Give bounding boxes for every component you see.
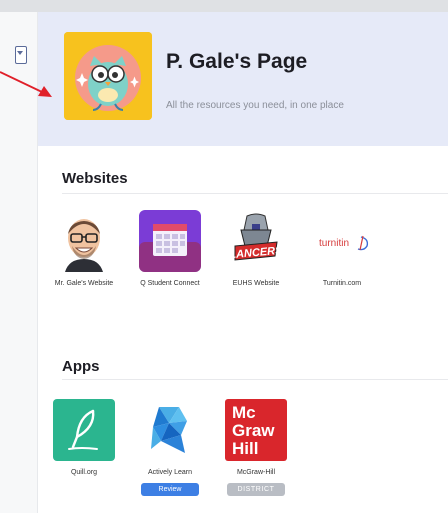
tile-q-student-connect[interactable]: Q Student Connect [134,210,206,288]
tile-mcgraw-hill[interactable]: Mc Graw Hill McGraw-Hill DISTRICT [220,399,292,496]
tile-label: EUHS Website [232,280,280,287]
mcgraw-hill-logo-line: Hill [232,439,258,458]
section-divider [62,193,448,194]
tile-quill[interactable]: Quill.org [48,399,120,477]
tile-label: Mr. Gale's Website [54,280,114,287]
actively-learn-icon [139,399,201,461]
tile-actively-learn[interactable]: Actively Learn Review [134,399,206,496]
mcgraw-hill-logo-line: Graw [232,421,275,440]
review-badge-button[interactable]: Review [141,483,199,496]
section-divider [62,379,448,380]
bitmoji-avatar-icon [53,210,115,272]
lancers-logo-icon: LANCERS [225,210,287,272]
page-title: P. Gale's Page [166,50,308,73]
quill-icon [53,399,115,461]
tile-turnitin[interactable]: turnitin Turnitin.com [306,210,378,288]
section-heading-websites: Websites [62,170,128,187]
tile-euhs-website[interactable]: LANCERS EUHS Website [220,210,292,288]
turnitin-logo-text: turnitin [319,238,349,249]
annotation-arrow-icon [0,71,52,97]
mcgraw-hill-icon: Mc Graw Hill [225,399,287,461]
mcgraw-hill-logo-line: Mc [232,403,256,422]
owl-avatar-icon [64,32,152,120]
tile-label: Actively Learn [148,469,192,476]
tile-label: Turnitin.com [322,280,362,287]
tile-label: Quill.org [70,469,98,476]
tile-mr-gales-website[interactable]: Mr. Gale's Website [48,210,120,288]
turnitin-logo-icon: turnitin [311,210,373,272]
page-subtitle: All the resources you need, in one place [166,100,344,111]
page-header: P. Gale's Page All the resources you nee… [38,12,448,146]
top-strip [0,0,448,12]
tile-label: Q Student Connect [140,280,200,287]
district-badge: DISTRICT [227,483,285,496]
sidebar-toggle-button[interactable] [15,46,27,64]
chevron-down-icon [17,51,23,55]
main-content: P. Gale's Page All the resources you nee… [38,12,448,513]
calendar-icon [139,210,201,272]
tile-label: McGraw-Hill [236,469,276,476]
section-heading-apps: Apps [62,358,100,375]
